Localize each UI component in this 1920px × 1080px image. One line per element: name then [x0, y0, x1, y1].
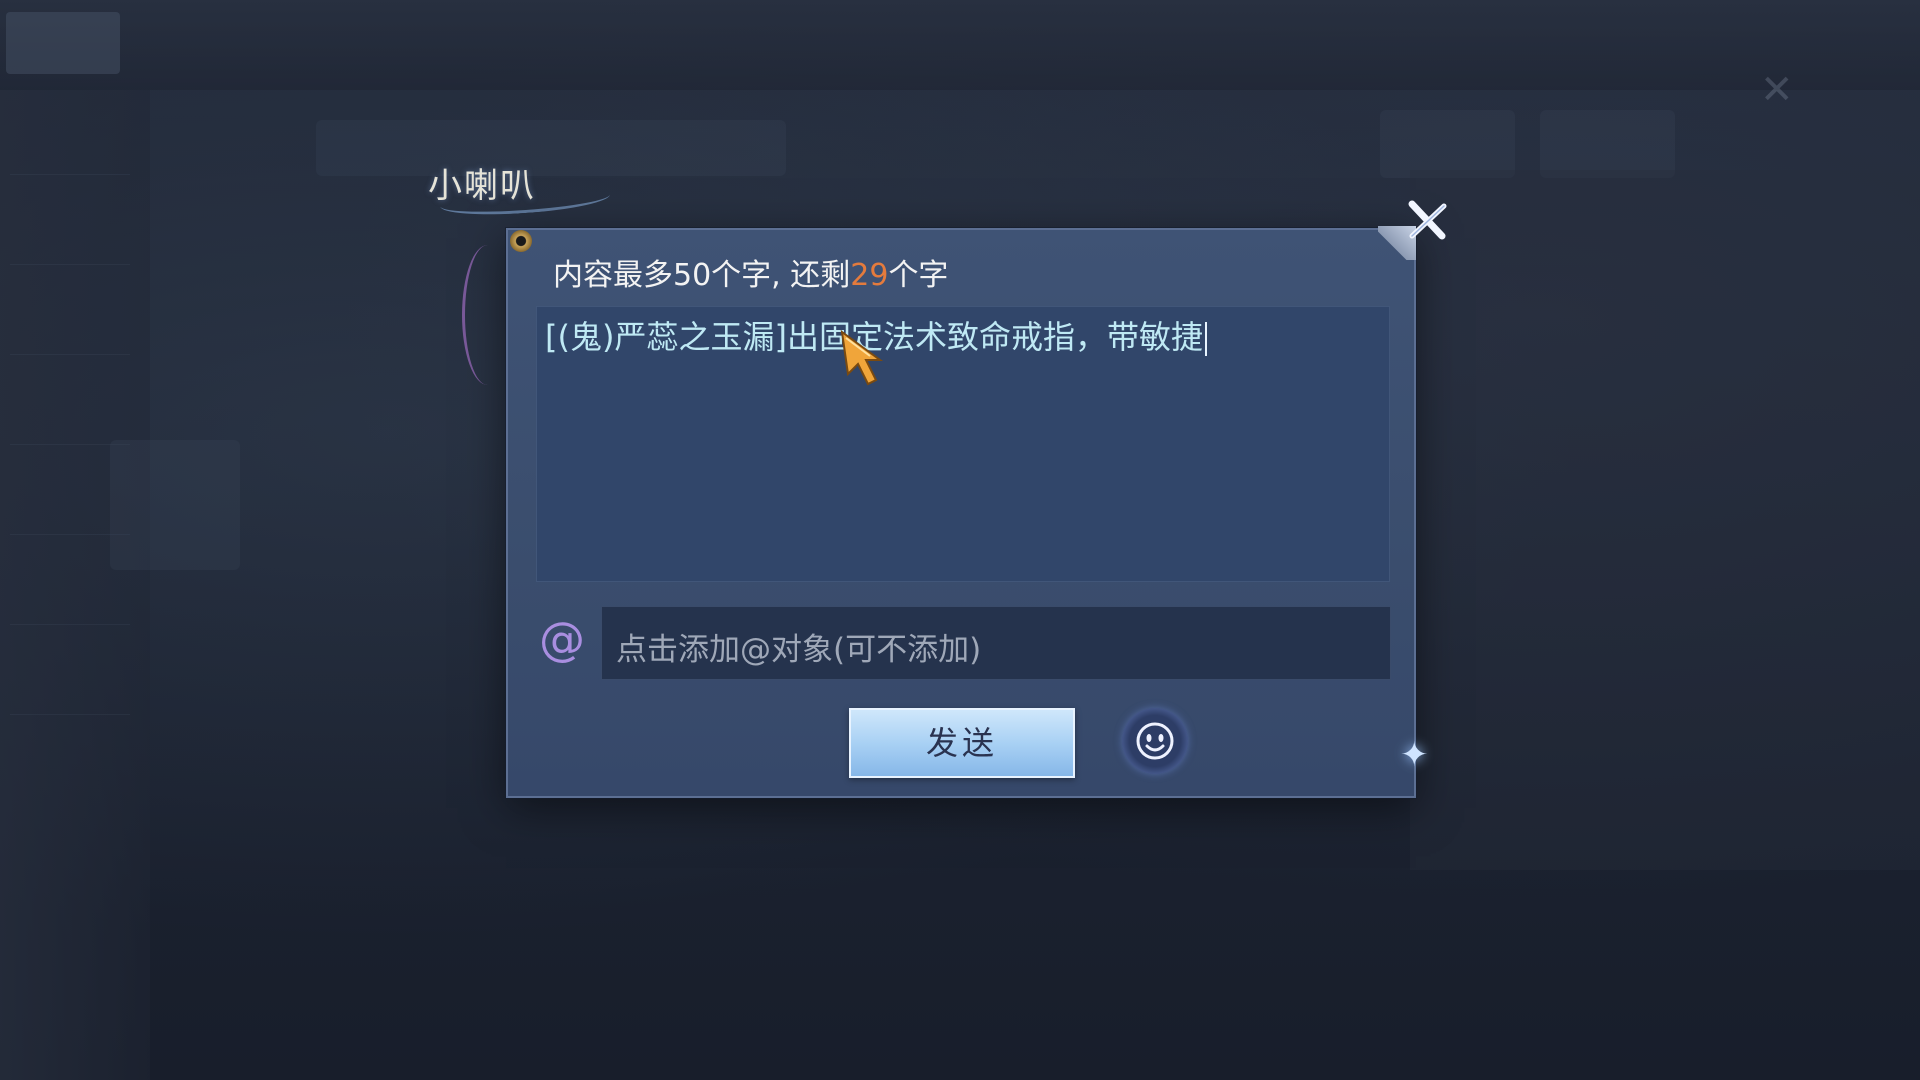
character-limit-text: 内容最多50个字, 还剩29个字 [553, 250, 948, 294]
text-caret [1204, 322, 1207, 356]
background-avatar [110, 440, 240, 570]
sparkle-decoration: ✦ [1400, 735, 1429, 775]
background-button [1380, 110, 1515, 178]
background-sidebar-item [10, 560, 130, 625]
limit-prefix: 内容最多50个字, 还剩 [553, 258, 851, 293]
emoji-button[interactable] [1122, 708, 1188, 774]
background-sidebar-item [10, 380, 130, 445]
send-button[interactable]: 发送 [849, 708, 1075, 778]
background-sidebar-item [10, 110, 130, 175]
background-sidebar-item [10, 200, 130, 265]
background-top-bar [0, 0, 1920, 90]
background-sidebar-item [10, 290, 130, 355]
golden-arrow-cursor-icon [840, 329, 896, 386]
close-button[interactable] [1402, 196, 1452, 246]
dialog-pin-decoration [510, 230, 532, 252]
close-icon [1408, 200, 1447, 240]
background-tab [6, 12, 120, 74]
at-mention-icon[interactable]: @ [538, 615, 586, 663]
background-close-icon: ✕ [1760, 67, 1794, 113]
limit-suffix: 个字 [888, 258, 949, 293]
background-button [1540, 110, 1675, 178]
dialog-title: 小喇叭 [428, 166, 536, 206]
background-sidebar-item [10, 650, 130, 715]
remaining-count: 29 [850, 258, 889, 293]
background-sidebar [0, 90, 150, 1080]
mention-placeholder: 点击添加@对象(可不添加) [616, 632, 982, 668]
background-right-panel [1410, 170, 1920, 870]
background-search-bar [316, 120, 786, 176]
smiley-face-icon [1136, 722, 1174, 760]
